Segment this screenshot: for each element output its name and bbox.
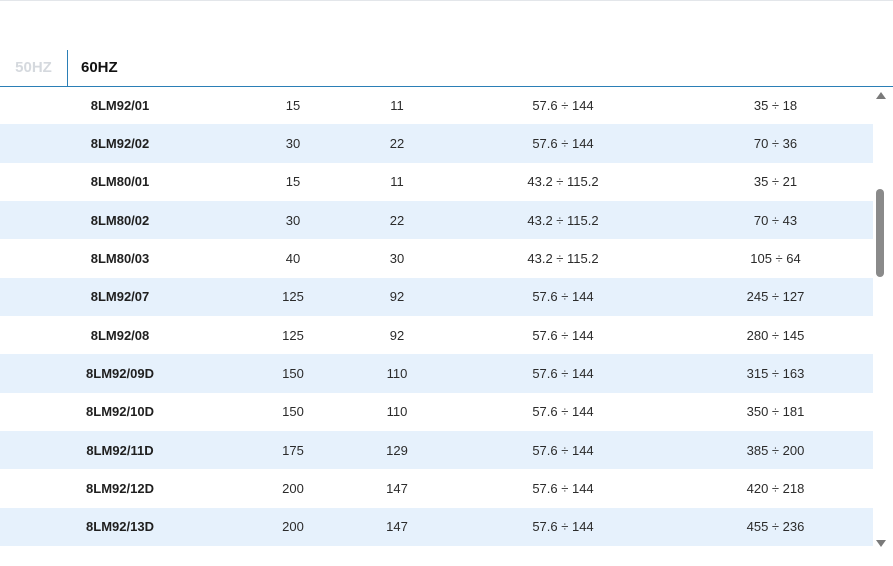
power-hp-cell: 40 xyxy=(285,250,301,266)
power-hp-cell: 30 xyxy=(240,124,346,163)
power-hp-cell: 15 xyxy=(285,174,301,190)
flow-range-cell: 57.6 ÷ 144 xyxy=(532,327,594,343)
power-kw-cell: 129 xyxy=(346,430,448,470)
flow-range-cell: 57.6 ÷ 144 xyxy=(448,124,678,163)
scroll-down-arrow-icon[interactable] xyxy=(876,540,886,547)
pump-data-table: 8LM92/01 15 11 57.6 ÷ 144 35 ÷ 18 8LM92/02 30 2… xyxy=(0,86,873,546)
power-hp-cell: 175 xyxy=(240,430,346,470)
table-row: 8LM80/02 30 22 43.2 ÷ 115.2 70 ÷ 43 xyxy=(0,200,873,240)
head-range-cell: 35 ÷ 21 xyxy=(753,174,798,190)
model-cell: 8LM92/01 xyxy=(90,97,150,113)
power-kw-cell: 147 xyxy=(386,480,408,496)
model-cell: 8LM80/03 xyxy=(90,250,150,266)
model-cell: 8LM92/13D xyxy=(0,507,240,546)
power-kw-cell: 110 xyxy=(346,354,448,393)
head-range-cell: 315 ÷ 163 xyxy=(678,354,873,393)
scroll-up-arrow-icon[interactable] xyxy=(876,92,886,99)
table-scroll-area[interactable]: 8LM92/01 15 11 57.6 ÷ 144 35 ÷ 18 8LM92/02 30 2… xyxy=(0,86,873,547)
model-cell: 8LM80/01 xyxy=(90,174,150,190)
top-divider xyxy=(0,0,893,1)
head-range-cell: 385 ÷ 200 xyxy=(678,430,873,470)
table-row: 8LM92/09D 150 110 57.6 ÷ 144 315 ÷ 163 xyxy=(0,354,873,393)
power-kw-cell: 22 xyxy=(346,200,448,240)
model-cell: 8LM80/02 xyxy=(0,200,240,240)
table-row: 8LM92/08 125 92 57.6 ÷ 144 280 ÷ 145 xyxy=(0,316,873,354)
vertical-scrollbar[interactable] xyxy=(873,87,889,550)
table-row: 8LM92/11D 175 129 57.6 ÷ 144 385 ÷ 200 xyxy=(0,430,873,470)
power-kw-cell: 110 xyxy=(386,404,408,420)
power-hp-cell: 30 xyxy=(240,200,346,240)
table-row: 8LM92/01 15 11 57.6 ÷ 144 35 ÷ 18 xyxy=(0,86,873,124)
flow-range-cell: 57.6 ÷ 144 xyxy=(448,277,678,316)
head-range-cell: 70 ÷ 36 xyxy=(678,124,873,163)
power-kw-cell: 11 xyxy=(390,174,404,190)
power-hp-cell: 125 xyxy=(282,327,304,343)
head-range-cell: 350 ÷ 181 xyxy=(746,404,805,420)
table-row: 8LM80/01 15 11 43.2 ÷ 115.2 35 ÷ 21 xyxy=(0,163,873,201)
model-cell: 8LM92/07 xyxy=(0,277,240,316)
power-hp-cell: 125 xyxy=(240,277,346,316)
table-row: 8LM92/07 125 92 57.6 ÷ 144 245 ÷ 127 xyxy=(0,277,873,316)
product-table-panel: 50HZ 60HZ 8LM92/01 15 11 57.6 ÷ 144 35 ÷ 18 8… xyxy=(0,0,893,566)
power-hp-cell: 200 xyxy=(282,480,304,496)
head-range-cell: 420 ÷ 218 xyxy=(746,480,805,496)
power-hp-cell: 200 xyxy=(240,507,346,546)
head-range-cell: 105 ÷ 64 xyxy=(750,250,801,266)
model-cell: 8LM92/12D xyxy=(86,480,154,496)
model-cell: 8LM92/08 xyxy=(90,327,150,343)
flow-range-cell: 43.2 ÷ 115.2 xyxy=(448,200,678,240)
power-hp-cell: 150 xyxy=(240,354,346,393)
flow-range-cell: 57.6 ÷ 144 xyxy=(532,404,594,420)
table-row: 8LM80/03 40 30 43.2 ÷ 115.2 105 ÷ 64 xyxy=(0,239,873,277)
power-hp-cell: 15 xyxy=(285,97,301,113)
power-kw-cell: 92 xyxy=(389,327,405,343)
power-hp-cell: 150 xyxy=(282,404,304,420)
table-row: 8LM92/12D 200 147 57.6 ÷ 144 420 ÷ 218 xyxy=(0,469,873,507)
model-cell: 8LM92/02 xyxy=(0,124,240,163)
flow-range-cell: 57.6 ÷ 144 xyxy=(448,507,678,546)
flow-range-cell: 57.6 ÷ 144 xyxy=(448,354,678,393)
flow-range-cell: 57.6 ÷ 144 xyxy=(448,430,678,470)
head-range-cell: 70 ÷ 43 xyxy=(678,200,873,240)
power-kw-cell: 92 xyxy=(346,277,448,316)
flow-range-cell: 43.2 ÷ 115.2 xyxy=(527,174,599,190)
table-row: 8LM92/10D 150 110 57.6 ÷ 144 350 ÷ 181 xyxy=(0,393,873,431)
tab-60hz[interactable]: 60HZ xyxy=(81,50,118,86)
flow-range-cell: 43.2 ÷ 115.2 xyxy=(527,250,599,266)
power-kw-cell: 22 xyxy=(346,124,448,163)
head-range-cell: 455 ÷ 236 xyxy=(678,507,873,546)
table-row: 8LM92/02 30 22 57.6 ÷ 144 70 ÷ 36 xyxy=(0,124,873,163)
power-kw-cell: 30 xyxy=(389,250,405,266)
head-range-cell: 280 ÷ 145 xyxy=(746,327,805,343)
frequency-tabs: 50HZ 60HZ xyxy=(0,50,893,87)
model-cell: 8LM92/10D xyxy=(86,404,154,420)
flow-range-cell: 57.6 ÷ 144 xyxy=(532,97,594,113)
power-kw-cell: 147 xyxy=(346,507,448,546)
table-body: 8LM92/01 15 11 57.6 ÷ 144 35 ÷ 18 8LM92/02 30 2… xyxy=(0,86,873,546)
model-cell: 8LM92/11D xyxy=(0,430,240,470)
table-row: 8LM92/13D 200 147 57.6 ÷ 144 455 ÷ 236 xyxy=(0,507,873,546)
scroll-thumb[interactable] xyxy=(876,189,884,277)
head-range-cell: 245 ÷ 127 xyxy=(678,277,873,316)
flow-range-cell: 57.6 ÷ 144 xyxy=(532,480,594,496)
power-kw-cell: 11 xyxy=(390,97,404,113)
head-range-cell: 35 ÷ 18 xyxy=(753,97,798,113)
model-cell: 8LM92/09D xyxy=(0,354,240,393)
tab-50hz[interactable]: 50HZ xyxy=(0,50,68,86)
